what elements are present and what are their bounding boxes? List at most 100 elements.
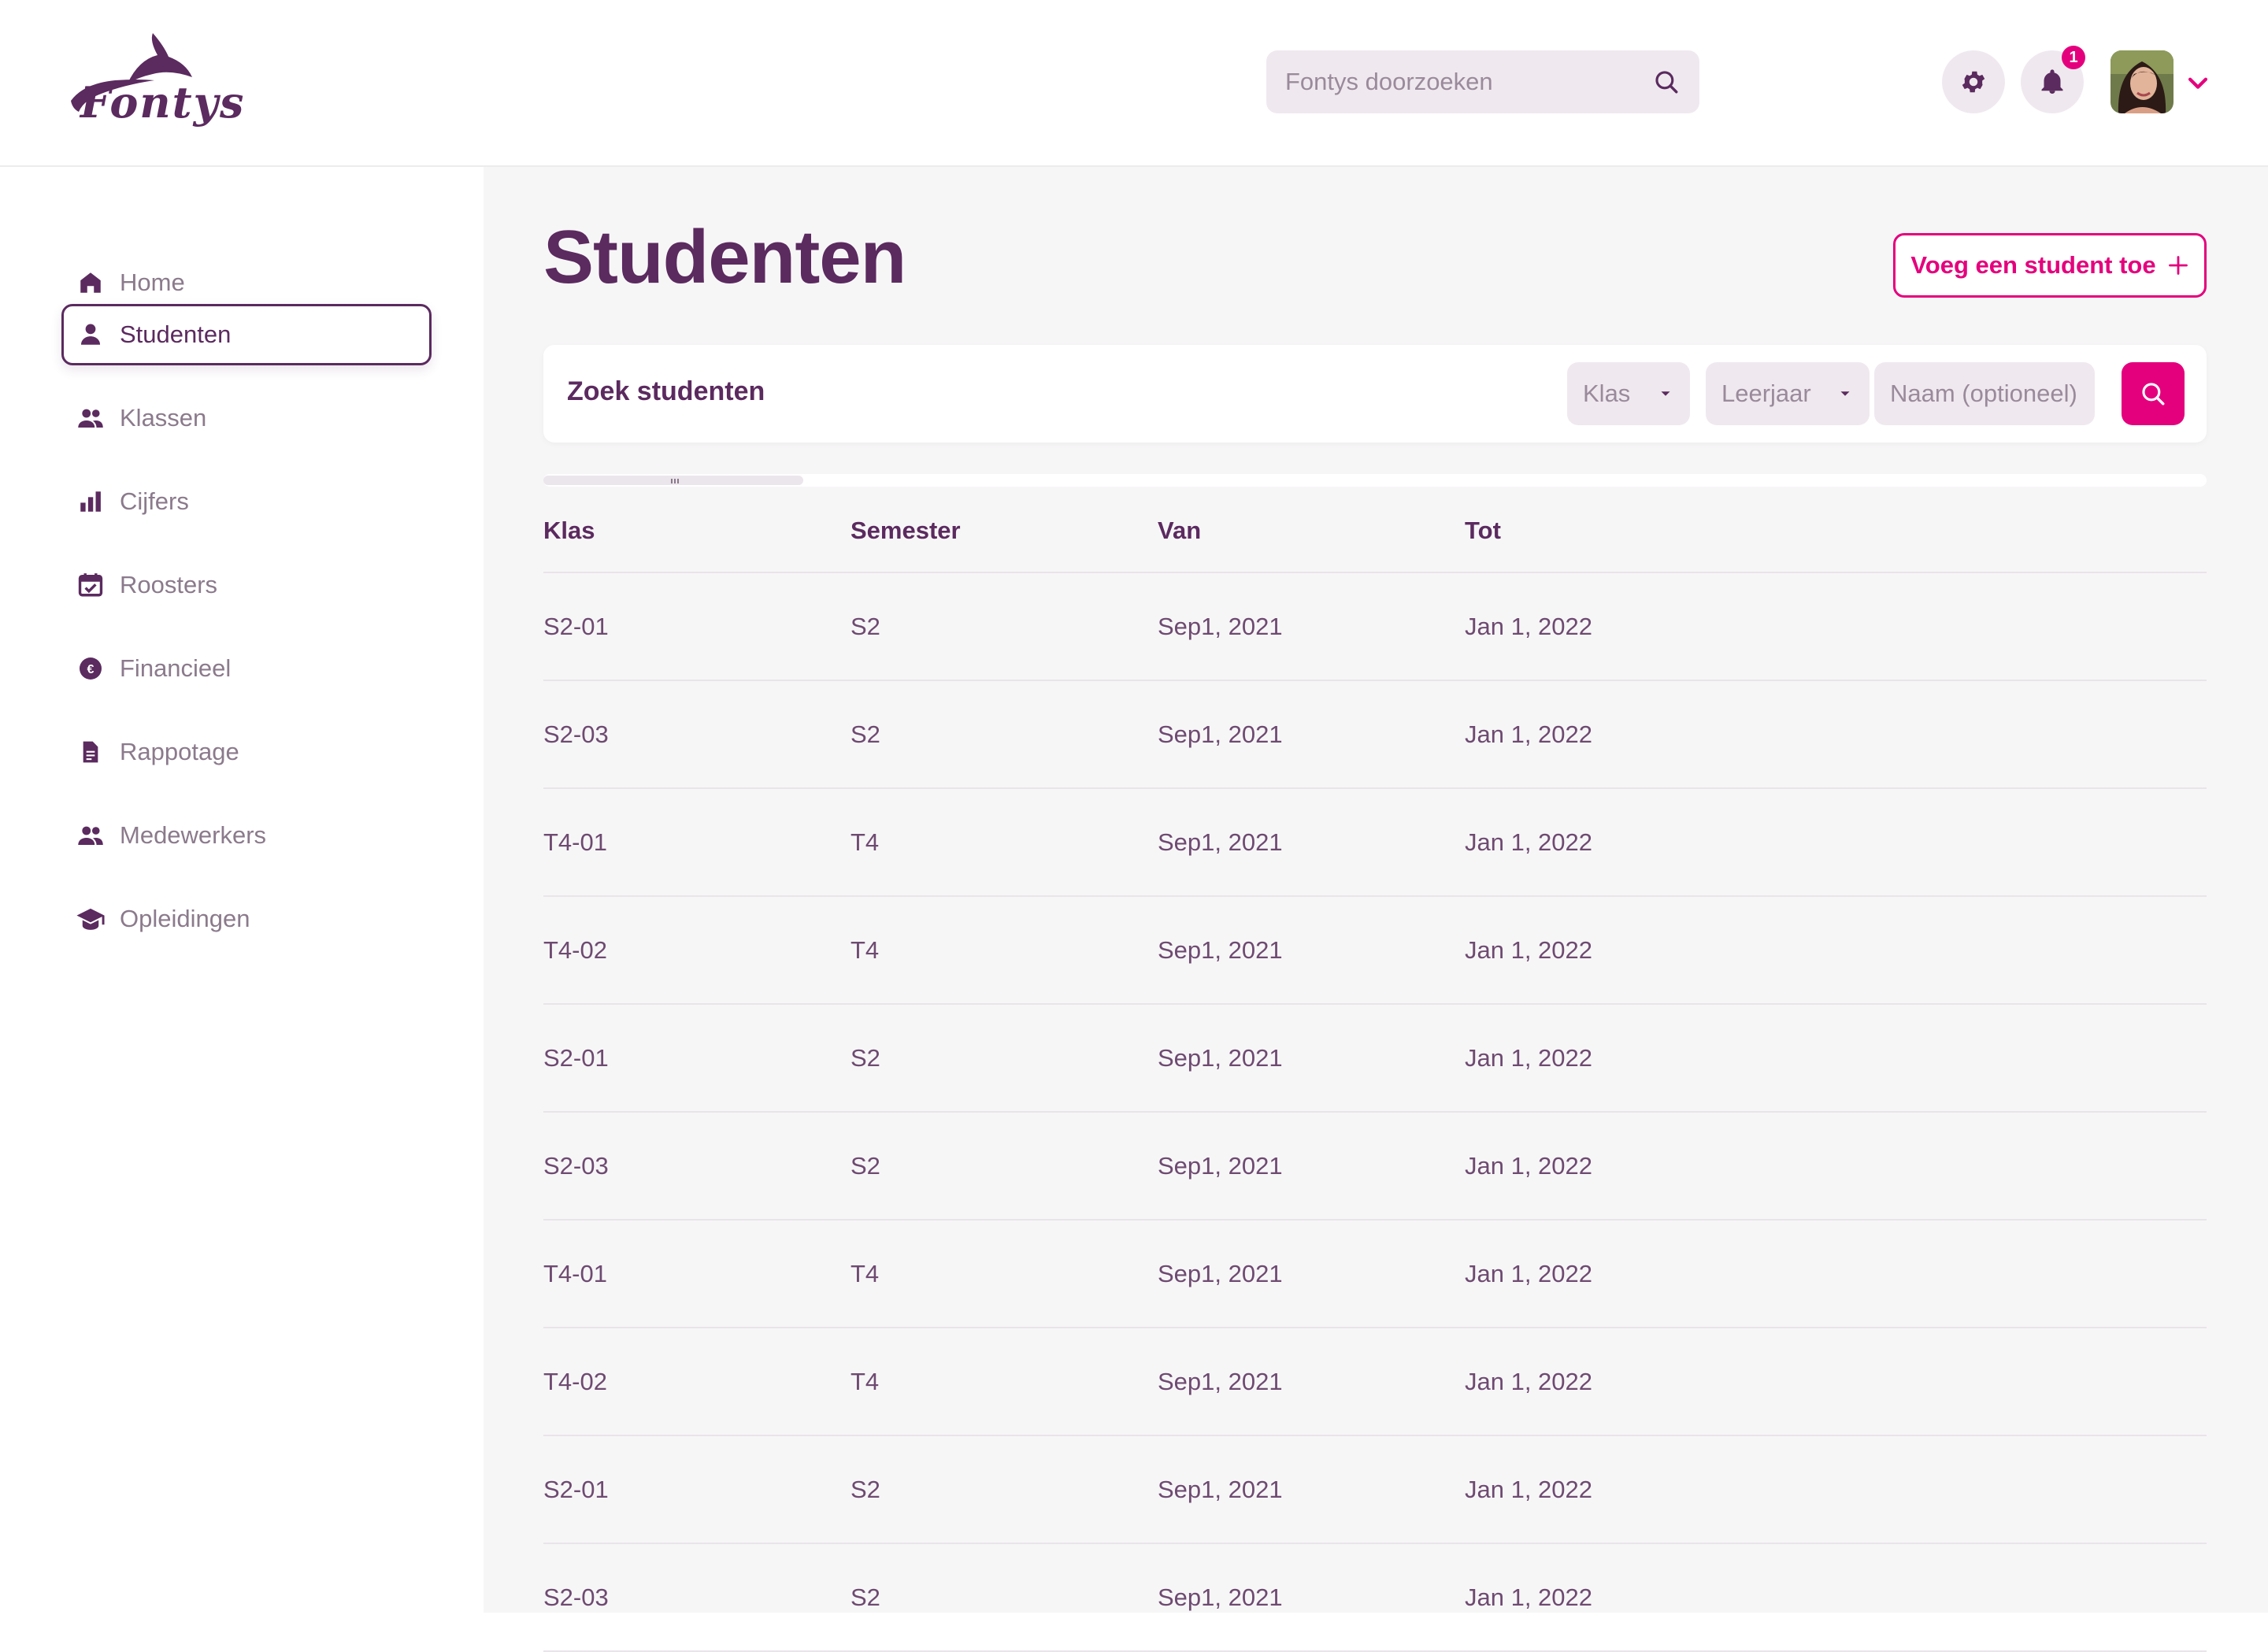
graduation-cap-icon	[76, 904, 106, 934]
column-header-klas[interactable]: Klas	[543, 517, 850, 545]
table-row[interactable]: S2-01 S2 Sep1, 2021 Jan 1, 2022	[543, 1005, 2207, 1113]
sidebar-item-label: Opleidingen	[120, 905, 250, 932]
column-header-semester[interactable]: Semester	[850, 517, 1158, 545]
cell-tot: Jan 1, 2022	[1465, 1259, 1593, 1287]
cell-van: Sep1, 2021	[1158, 1043, 1283, 1072]
cell-semester: S2	[850, 1583, 880, 1611]
settings-button[interactable]	[1942, 50, 2005, 113]
cell-klas: S2-01	[543, 612, 609, 640]
cell-tot: Jan 1, 2022	[1465, 1475, 1593, 1503]
naam-input[interactable]	[1874, 362, 2095, 425]
cell-van: Sep1, 2021	[1158, 1151, 1283, 1180]
sidebar-item-label: Studenten	[120, 320, 232, 348]
cell-semester: T4	[850, 828, 880, 856]
cell-klas: S2-03	[543, 720, 609, 748]
bar-chart-icon	[76, 487, 106, 517]
table-body: S2-01 S2 Sep1, 2021 Jan 1, 2022 S2-03 S2 Sep1,…	[543, 573, 2207, 1652]
euro-icon: €	[76, 654, 106, 683]
classes-table: Klas Semester Van Tot S2-01 S2 Sep1, 2021 J…	[543, 490, 2207, 1652]
add-student-button-label: Voeg een student toe	[1910, 251, 2156, 279]
bell-icon	[2041, 69, 2063, 94]
svg-text:€: €	[87, 663, 94, 676]
sidebar-item-label: Klassen	[120, 404, 207, 432]
fontys-logo[interactable]: Fontys	[60, 28, 249, 139]
search-icon	[2142, 383, 2165, 406]
sidebar-item-medewerkers[interactable]: Medewerkers	[61, 805, 432, 866]
add-student-button[interactable]: Voeg een student toe	[1893, 233, 2207, 298]
cell-tot: Jan 1, 2022	[1465, 1151, 1593, 1180]
klas-select-value: Klas	[1583, 380, 1631, 407]
table-row[interactable]: S2-03 S2 Sep1, 2021 Jan 1, 2022	[543, 1113, 2207, 1220]
search-input[interactable]	[1284, 67, 1651, 97]
table-row[interactable]: S2-01 S2 Sep1, 2021 Jan 1, 2022	[543, 573, 2207, 681]
sidebar-item-label: Roosters	[120, 571, 218, 598]
cell-semester: S2	[850, 612, 880, 640]
search-students-button[interactable]	[2122, 362, 2185, 425]
cell-semester: S2	[850, 1151, 880, 1180]
cell-klas: T4-02	[543, 1367, 607, 1395]
table-row[interactable]: S2-03 S2 Sep1, 2021 Jan 1, 2022	[543, 1544, 2207, 1652]
table-row[interactable]: S2-01 S2 Sep1, 2021 Jan 1, 2022	[543, 1436, 2207, 1544]
sidebar-item-label: Cijfers	[120, 487, 189, 515]
cell-semester: T4	[850, 1367, 880, 1395]
cell-tot: Jan 1, 2022	[1465, 935, 1593, 964]
sidebar-item-roosters[interactable]: Roosters	[61, 554, 432, 616]
student-filter-bar: Zoek studenten Klas Leerjaar	[543, 345, 2207, 443]
sidebar-item-label: Rappotage	[120, 738, 239, 765]
cell-semester: T4	[850, 1259, 880, 1287]
cell-van: Sep1, 2021	[1158, 935, 1283, 964]
cell-van: Sep1, 2021	[1158, 612, 1283, 640]
logo-text: Fontys	[80, 77, 246, 128]
global-search[interactable]	[1266, 50, 1699, 113]
sidebar-item-studenten[interactable]: Studenten	[61, 304, 432, 365]
table-row[interactable]: T4-02 T4 Sep1, 2021 Jan 1, 2022	[543, 1328, 2207, 1436]
notifications-button[interactable]: 1	[2021, 46, 2085, 113]
cell-klas: S2-01	[543, 1475, 609, 1503]
caret-down-icon	[1840, 391, 1850, 396]
scrollbar-thumb[interactable]	[543, 476, 803, 485]
klas-select[interactable]: Klas	[1567, 362, 1690, 425]
sidebar-item-label: Medewerkers	[120, 821, 267, 849]
group-icon	[76, 820, 106, 850]
cell-semester: S2	[850, 1043, 880, 1072]
column-header-tot[interactable]: Tot	[1465, 517, 1772, 545]
leerjaar-select[interactable]: Leerjaar	[1706, 362, 1870, 425]
table-row[interactable]: T4-01 T4 Sep1, 2021 Jan 1, 2022	[543, 789, 2207, 897]
sidebar: Home Studenten Klassen Cijfers Roosters …	[0, 167, 484, 1613]
filter-label: Zoek studenten	[567, 376, 765, 406]
top-bar: Fontys 1	[0, 0, 2268, 167]
cell-klas: S2-03	[543, 1583, 609, 1611]
horizontal-scrollbar[interactable]	[543, 474, 2207, 487]
plus-icon	[2168, 256, 2188, 275]
sidebar-item-klassen[interactable]: Klassen	[61, 387, 432, 449]
cell-klas: S2-03	[543, 1151, 609, 1180]
cell-klas: T4-02	[543, 935, 607, 964]
cell-klas: T4-01	[543, 828, 607, 856]
document-icon	[76, 737, 106, 767]
main-content: Studenten Voeg een student toe Zoek stud…	[484, 167, 2268, 1652]
caret-down-icon	[1661, 391, 1670, 396]
sidebar-item-financieel[interactable]: € Financieel	[61, 638, 432, 699]
cell-van: Sep1, 2021	[1158, 720, 1283, 748]
cell-semester: T4	[850, 935, 880, 964]
sidebar-item-label: Financieel	[120, 654, 232, 682]
sidebar-item-cijfers[interactable]: Cijfers	[61, 471, 432, 532]
cell-van: Sep1, 2021	[1158, 1583, 1283, 1611]
cell-tot: Jan 1, 2022	[1465, 720, 1593, 748]
cell-tot: Jan 1, 2022	[1465, 1043, 1593, 1072]
notification-count-badge: 1	[2062, 46, 2085, 69]
sidebar-item-rappotage[interactable]: Rappotage	[61, 721, 432, 783]
group-icon	[76, 403, 106, 433]
cell-semester: S2	[850, 1475, 880, 1503]
search-icon[interactable]	[1651, 66, 1682, 98]
column-header-van[interactable]: Van	[1158, 517, 1465, 545]
page-title: Studenten	[543, 215, 906, 299]
sidebar-item-opleidingen[interactable]: Opleidingen	[61, 888, 432, 950]
cell-tot: Jan 1, 2022	[1465, 828, 1593, 856]
table-row[interactable]: T4-02 T4 Sep1, 2021 Jan 1, 2022	[543, 897, 2207, 1005]
table-row[interactable]: T4-01 T4 Sep1, 2021 Jan 1, 2022	[543, 1220, 2207, 1328]
chevron-down-icon[interactable]	[2185, 69, 2211, 96]
table-row[interactable]: S2-03 S2 Sep1, 2021 Jan 1, 2022	[543, 681, 2207, 789]
sidebar-item-label: Home	[120, 269, 185, 296]
user-avatar[interactable]	[2110, 50, 2174, 113]
